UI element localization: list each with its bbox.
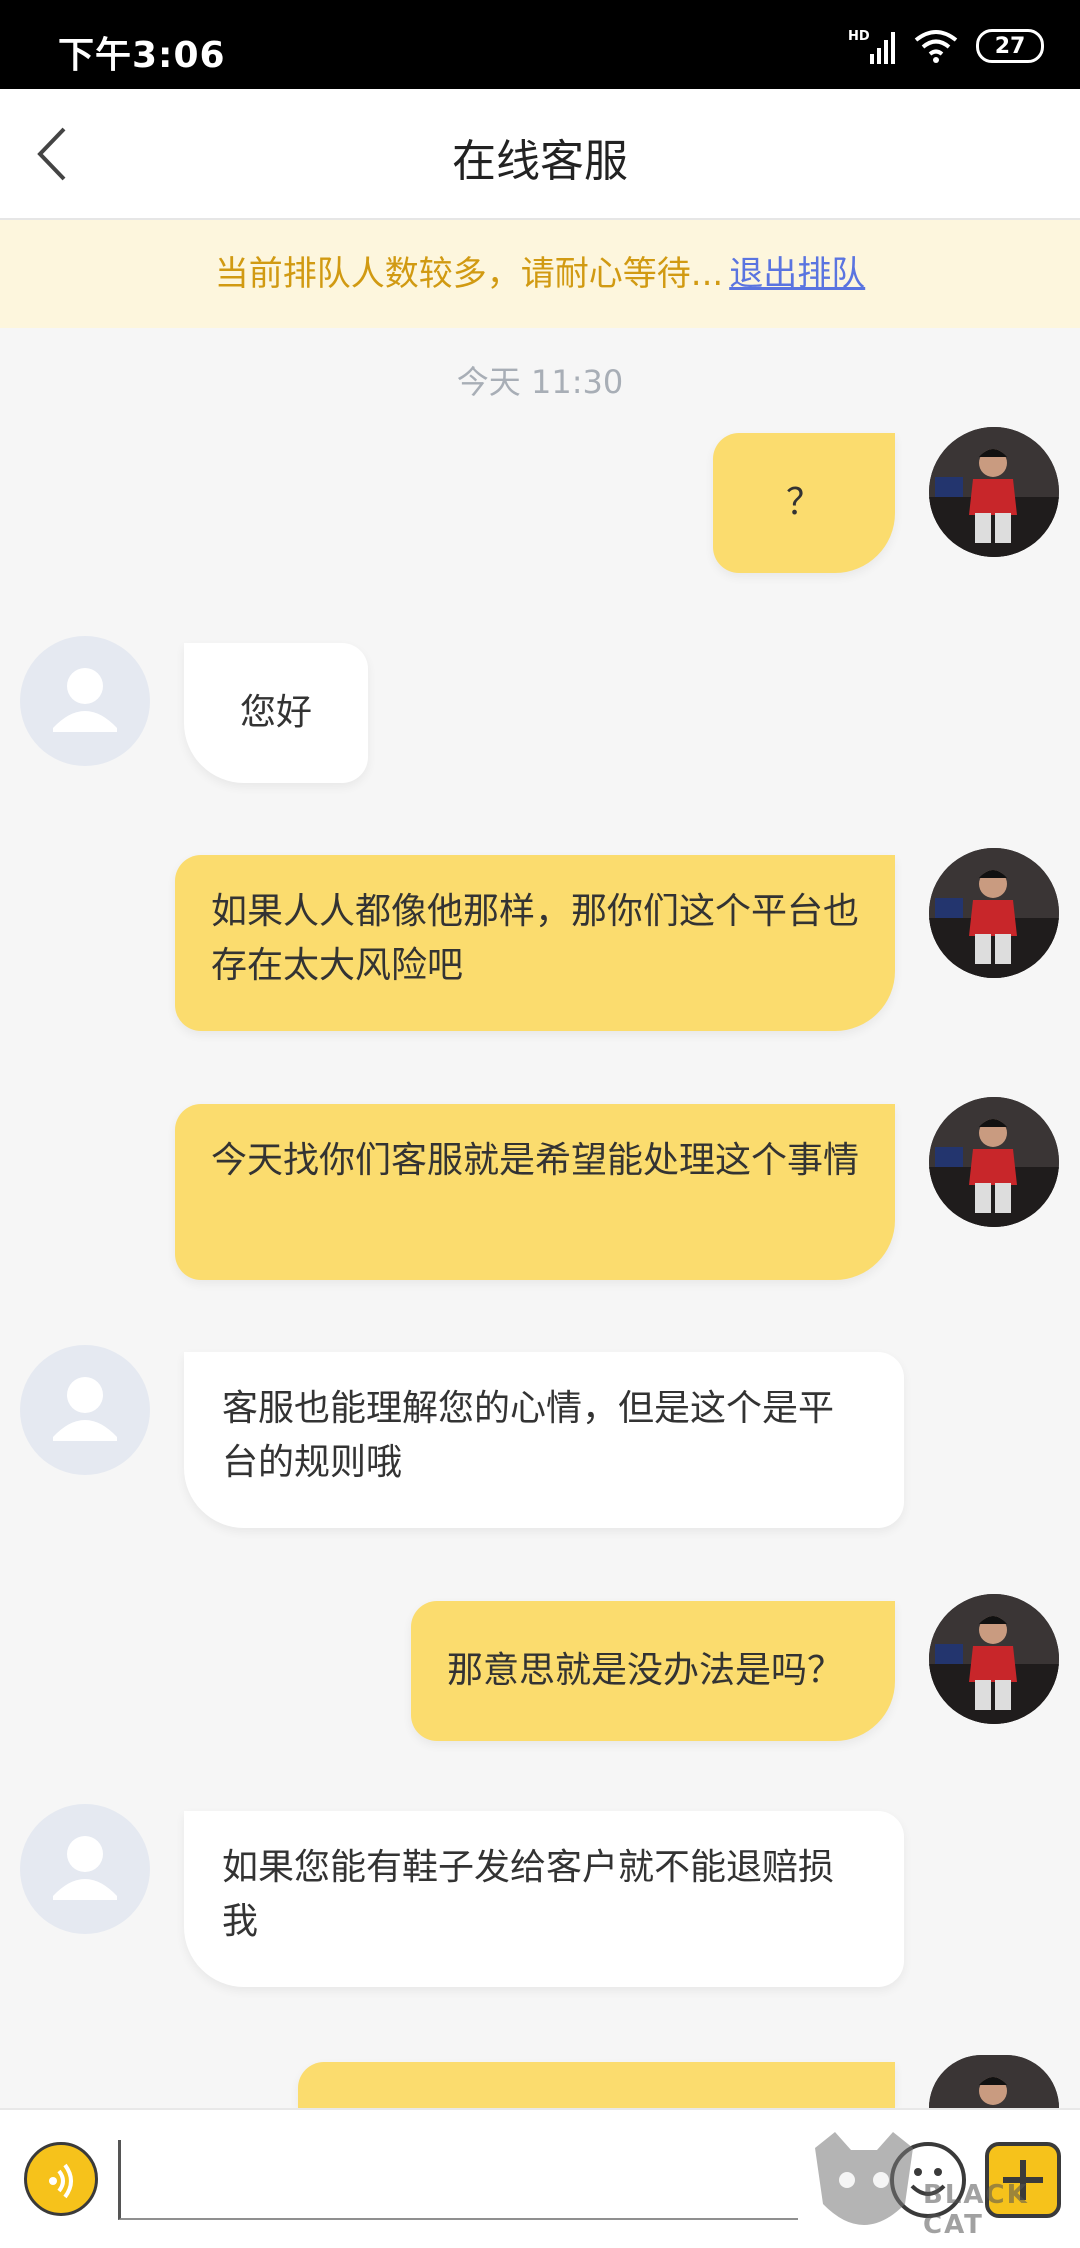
user-avatar[interactable] <box>929 848 1059 978</box>
default-user-icon <box>53 668 117 732</box>
chat-header: 在线客服 <box>0 89 1080 220</box>
message-text: 那意思就是没办法是吗？ <box>447 1650 844 1691</box>
user-photo-icon <box>929 427 1059 557</box>
watermark-text: BLACK CAT <box>923 2180 1029 2240</box>
user-photo-icon <box>929 1594 1059 1724</box>
service-avatar <box>20 1345 150 1475</box>
status-time: 下午3:06 <box>58 35 226 76</box>
chat-timestamp: 今天 11:30 <box>456 363 624 401</box>
user-avatar[interactable] <box>929 2055 1059 2108</box>
default-user-icon <box>53 1836 117 1900</box>
page-title: 在线客服 <box>452 136 628 187</box>
message-text: ？ <box>785 482 822 523</box>
message-bubble-user: 如果人人都像他那样，那你们这个平台也存在太大风险吧 <box>175 855 895 1031</box>
queue-message: 当前排队人数较多，请耐心等待... <box>214 254 724 294</box>
queue-banner: 当前排队人数较多，请耐心等待... 退出排队 <box>0 220 1080 328</box>
wifi-icon <box>914 30 958 63</box>
user-avatar[interactable] <box>929 1097 1059 1227</box>
service-avatar <box>20 1804 150 1934</box>
message-bubble-user: 今天找你们客服就是希望能处理这个事情 <box>175 1104 895 1280</box>
user-photo-icon <box>929 1097 1059 1227</box>
default-user-icon <box>53 1377 117 1441</box>
message-bubble-service: 如果您能有鞋子发给客户就不能退赔损我 <box>184 1811 904 1987</box>
message-text: 您好 <box>239 692 312 733</box>
message-bubble-user: ？ <box>713 433 895 573</box>
message-text: 如果人人都像他那样，那你们这个平台也存在太大风险吧 <box>211 891 860 986</box>
battery-icon: 27 <box>976 29 1044 63</box>
message-input[interactable] <box>118 2140 798 2220</box>
voice-input-button[interactable] <box>24 2142 98 2216</box>
voice-icon <box>49 2163 73 2199</box>
message-bubble-service: 您好 <box>184 643 368 783</box>
user-avatar[interactable] <box>929 1594 1059 1724</box>
service-avatar <box>20 636 150 766</box>
message-text: 客服也能理解您的心情，但是这个是平台的规则哦 <box>222 1388 835 1483</box>
exit-queue-link[interactable]: 退出排队 <box>729 254 865 294</box>
cellular-signal-icon: HD <box>848 29 895 64</box>
message-bubble-user <box>298 2062 895 2108</box>
user-photo-icon <box>929 2055 1059 2108</box>
message-bubble-user: 那意思就是没办法是吗？ <box>411 1601 895 1741</box>
status-bar: 下午3:06 HD 27 <box>0 0 1080 89</box>
black-cat-logo-icon <box>815 2132 913 2225</box>
message-text: 如果您能有鞋子发给客户就不能退赔损我 <box>222 1847 835 1942</box>
user-photo-icon <box>929 848 1059 978</box>
svg-text:HD: HD <box>848 29 870 44</box>
message-text: 今天找你们客服就是希望能处理这个事情 <box>211 1140 860 1181</box>
status-icons: HD 27 <box>848 26 1044 66</box>
message-bubble-service: 客服也能理解您的心情，但是这个是平台的规则哦 <box>184 1352 904 1528</box>
user-avatar[interactable] <box>929 427 1059 557</box>
watermark: BLACK CAT <box>805 2128 1075 2246</box>
